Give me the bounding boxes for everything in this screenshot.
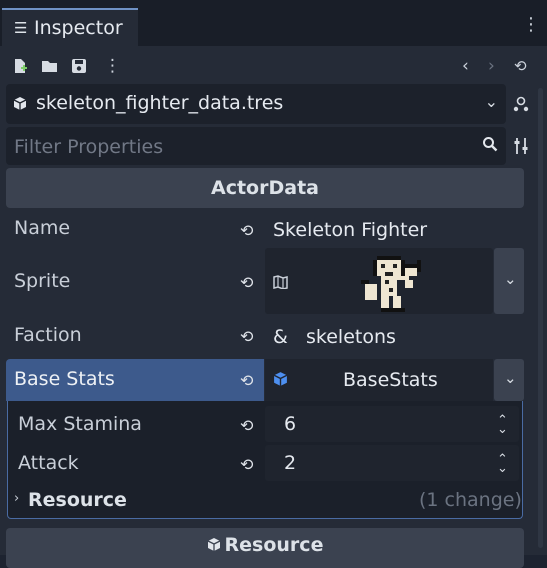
attack-spinbox[interactable]: 2 ⌃ ⌄ [265, 445, 519, 481]
base-stats-dropdown-button[interactable]: ⌄ [494, 359, 524, 401]
revert-icon[interactable]: ⟲ [240, 371, 253, 390]
sprite-dropdown-button[interactable]: ⌄ [494, 248, 524, 314]
faction-stringname-prefix: & [273, 326, 288, 348]
resource-cube-icon [13, 96, 27, 115]
vertical-scrollbar[interactable] [538, 88, 543, 548]
prop-label-name: Name [14, 217, 71, 239]
change-count: (1 change) [419, 489, 522, 511]
more-icon[interactable]: ⋮ [104, 56, 121, 76]
prop-label-max-stamina: Max Stamina [18, 413, 142, 435]
back-icon[interactable]: ‹ [462, 56, 469, 76]
section-header-actordata[interactable]: ActorData [6, 168, 524, 208]
chevron-right-icon[interactable]: › [14, 491, 19, 506]
chevron-down-icon: ⌄ [484, 92, 498, 111]
object-properties-icon[interactable] [512, 95, 530, 117]
base-stats-value: BaseStats [343, 369, 438, 391]
max-stamina-value: 6 [284, 413, 297, 435]
revert-icon[interactable]: ⟲ [240, 221, 253, 240]
resource-cube-icon [207, 529, 221, 563]
resource-cube-icon [273, 371, 288, 391]
spin-arrows-icon[interactable]: ⌃ ⌄ [497, 453, 508, 475]
prop-row-base-stats[interactable]: Base Stats ⟲ [6, 359, 264, 401]
search-icon[interactable] [482, 136, 498, 156]
prop-label-base-stats: Base Stats [14, 368, 115, 390]
prop-label-sprite: Sprite [14, 270, 71, 292]
attack-value: 2 [284, 452, 297, 474]
chevron-down-icon: ⌄ [504, 270, 517, 288]
faction-value[interactable]: skeletons [306, 326, 396, 348]
save-icon[interactable] [71, 58, 87, 78]
tab-menu-icon[interactable]: ⋮ [522, 14, 540, 35]
list-icon: ☰ [14, 19, 28, 37]
open-folder-icon[interactable] [41, 58, 58, 78]
max-stamina-spinbox[interactable]: 6 ⌃ ⌄ [265, 406, 519, 442]
base-stats-resource-button[interactable]: BaseStats [265, 359, 493, 401]
resource-file-name: skeleton_fighter_data.tres [36, 92, 284, 114]
texture-icon [273, 274, 288, 293]
resource-picker[interactable]: skeleton_fighter_data.tres ⌄ [6, 84, 506, 124]
spin-arrows-icon[interactable]: ⌃ ⌄ [497, 414, 508, 436]
prop-label-faction: Faction [14, 324, 82, 346]
tab-title: Inspector [34, 17, 123, 39]
new-resource-icon[interactable] [12, 58, 28, 78]
chevron-down-icon: ⌄ [504, 369, 517, 387]
section-header-resource[interactable]: Resource [6, 528, 524, 568]
filter-properties-field[interactable] [6, 127, 506, 167]
history-icon[interactable]: ⟲ [514, 57, 527, 75]
revert-icon[interactable]: ⟲ [240, 327, 253, 346]
skeleton-sprite-image [361, 256, 425, 316]
sprite-texture-preview[interactable] [265, 248, 493, 314]
section-header-resource-label: Resource [224, 534, 324, 556]
forward-icon[interactable]: › [488, 56, 495, 76]
filter-properties-input[interactable] [6, 127, 476, 167]
revert-icon[interactable]: ⟲ [240, 416, 253, 435]
name-value[interactable]: Skeleton Fighter [273, 219, 427, 241]
tab-inspector[interactable]: ☰ Inspector [2, 8, 138, 46]
prop-label-attack: Attack [18, 452, 79, 474]
subsection-resource[interactable]: Resource [28, 489, 127, 511]
revert-icon[interactable]: ⟲ [240, 273, 253, 292]
revert-icon[interactable]: ⟲ [240, 455, 253, 474]
filter-settings-icon[interactable] [513, 137, 529, 159]
